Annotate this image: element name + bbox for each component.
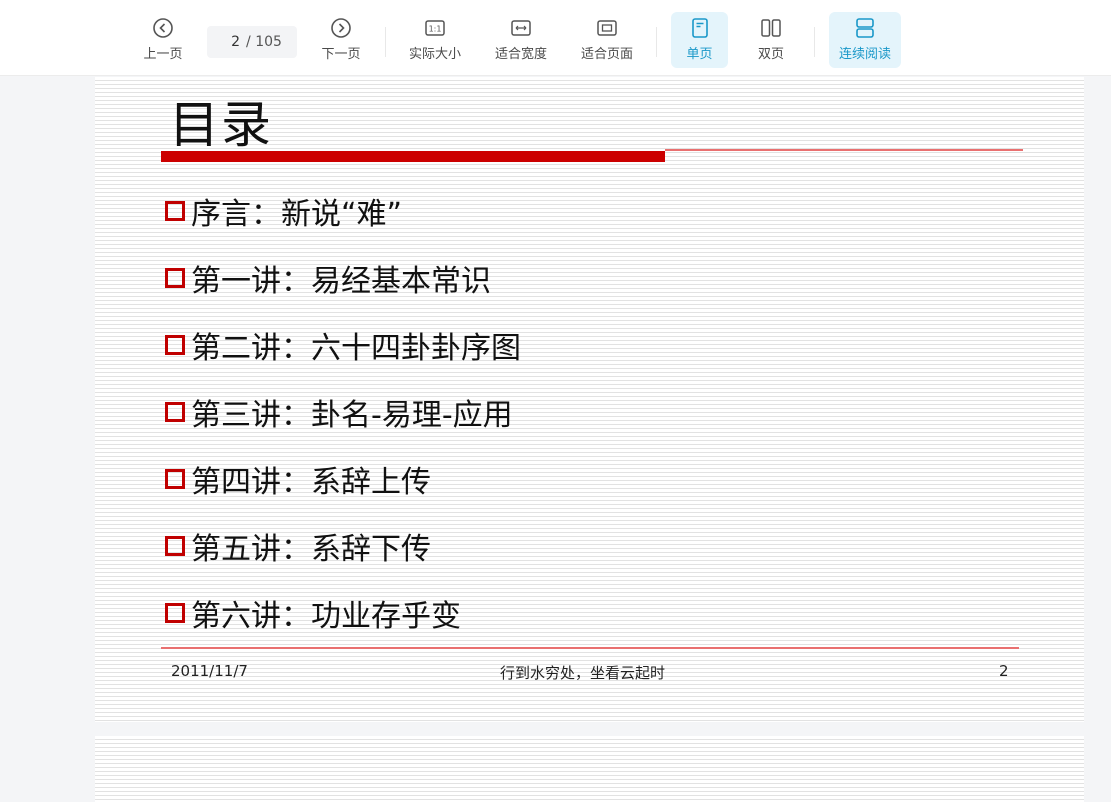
double-page-icon: [760, 17, 782, 39]
fit-page-button[interactable]: 适合页面: [574, 12, 640, 68]
chevron-right-circle-icon: [330, 17, 352, 39]
toc-item: 第三讲：卦名-易理-应用: [165, 390, 513, 434]
fit-width-icon: [510, 17, 532, 39]
toc-item-text: 序言：新说“难”: [191, 197, 403, 232]
page-number-input[interactable]: [222, 34, 241, 50]
square-bullet-icon: [165, 335, 185, 355]
toolbar-divider: [814, 27, 815, 57]
toc-item: 第六讲：功业存乎变: [165, 591, 461, 635]
footer-motto: 行到水穷处，坐看云起时: [500, 664, 666, 682]
toc-item-text: 第一讲：易经基本常识: [191, 264, 491, 299]
next-document-page: [95, 736, 1084, 802]
single-page-label: 单页: [686, 47, 713, 62]
footer-divider-line: [161, 647, 1019, 649]
double-page-button[interactable]: 双页: [745, 12, 797, 68]
next-page-button[interactable]: 下一页: [316, 12, 366, 68]
continuous-reading-icon: [854, 17, 876, 39]
toolbar-divider: [656, 27, 657, 57]
title-accent-bar: [161, 151, 665, 162]
page-title: 目录: [169, 96, 273, 154]
fit-width-button[interactable]: 适合宽度: [488, 12, 554, 68]
toc-item: 第二讲：六十四卦卦序图: [165, 323, 521, 367]
page-indicator: / 105: [207, 26, 297, 58]
square-bullet-icon: [165, 603, 185, 623]
square-bullet-icon: [165, 469, 185, 489]
footer-date: 2011/11/7: [171, 662, 248, 680]
viewer-toolbar: 上一页 / 105 下一页 1:1 实际大小 适合宽度 适合页面 单页: [0, 0, 1111, 76]
double-page-label: 双页: [757, 47, 784, 62]
square-bullet-icon: [165, 268, 185, 288]
square-bullet-icon: [165, 402, 185, 422]
fit-page-label: 适合页面: [580, 47, 633, 62]
toc-item: 第五讲：系辞下传: [165, 524, 431, 568]
toc-item: 序言：新说“难”: [165, 189, 402, 233]
single-page-button[interactable]: 单页: [671, 12, 728, 68]
single-page-icon: [689, 17, 711, 39]
page-total: / 105: [246, 34, 282, 50]
toc-item-text: 第二讲：六十四卦卦序图: [191, 331, 521, 366]
next-page-label: 下一页: [321, 47, 361, 62]
toc-item-text: 第五讲：系辞下传: [191, 532, 431, 567]
continuous-reading-label: 连续阅读: [838, 47, 891, 62]
toc-item-text: 第三讲：卦名-易理-应用: [191, 398, 513, 433]
toc-item: 第一讲：易经基本常识: [165, 256, 491, 300]
continuous-reading-button[interactable]: 连续阅读: [829, 12, 901, 68]
toc-item-text: 第六讲：功业存乎变: [191, 599, 461, 634]
toc-item: 第四讲：系辞上传: [165, 457, 431, 501]
chevron-left-circle-icon: [152, 17, 174, 39]
actual-size-label: 实际大小: [408, 47, 461, 62]
footer-page-number: 2: [999, 662, 1009, 680]
title-divider-line: [665, 149, 1023, 151]
prev-page-label: 上一页: [143, 47, 183, 62]
actual-size-icon: 1:1: [424, 17, 446, 39]
actual-size-icon-text: 1:1: [429, 25, 442, 34]
fit-page-icon: [596, 17, 618, 39]
fit-width-label: 适合宽度: [494, 47, 547, 62]
actual-size-button[interactable]: 1:1 实际大小: [402, 12, 468, 68]
toolbar-divider: [385, 27, 386, 57]
prev-page-button[interactable]: 上一页: [138, 12, 188, 68]
document-page: 目录 序言：新说“难” 第一讲：易经基本常识 第二讲：六十四卦卦序图 第三讲：卦…: [95, 77, 1084, 722]
square-bullet-icon: [165, 536, 185, 556]
toc-item-text: 第四讲：系辞上传: [191, 465, 431, 500]
square-bullet-icon: [165, 201, 185, 221]
